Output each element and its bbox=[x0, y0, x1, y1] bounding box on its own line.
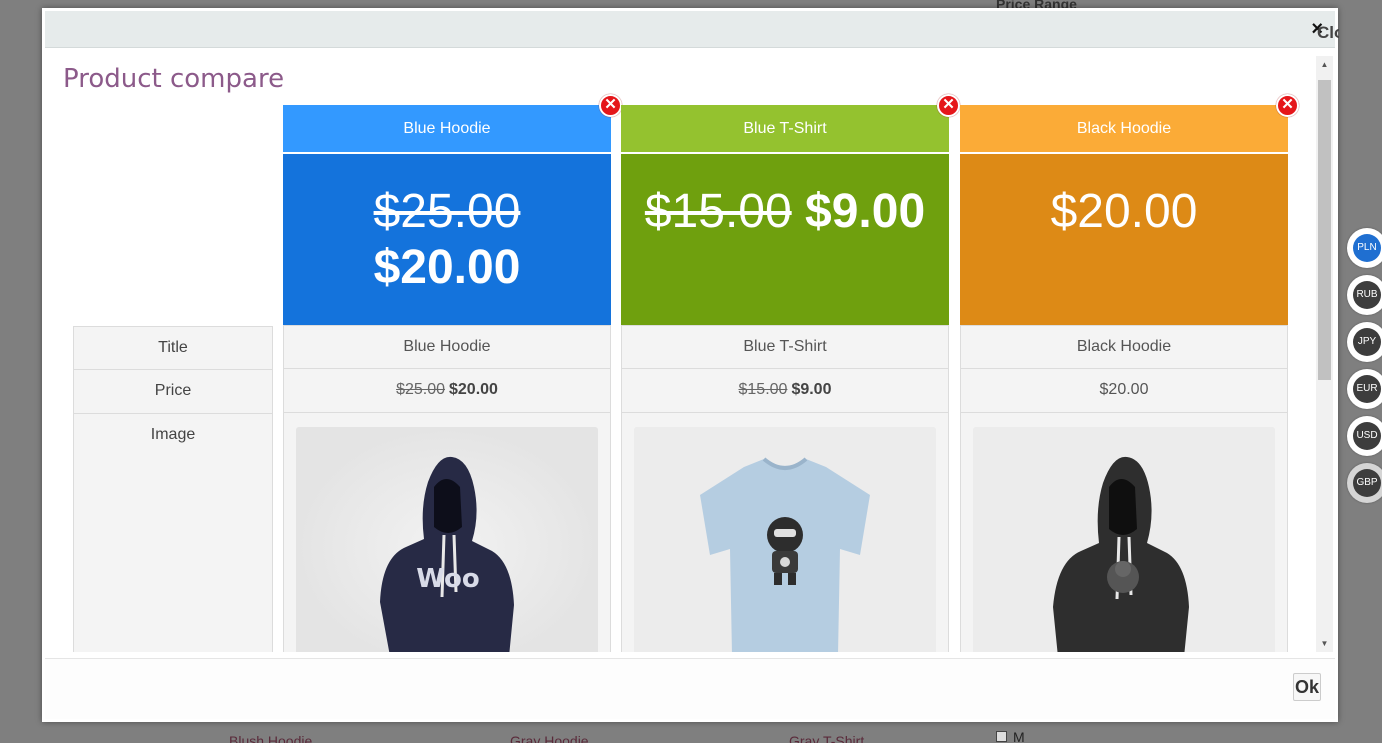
cell-price: $25.00 $20.00 bbox=[283, 369, 611, 413]
row-label-title: Title bbox=[73, 326, 273, 370]
cell-title: Blue T-Shirt bbox=[621, 325, 949, 369]
currency-gbp-label: GBP bbox=[1353, 469, 1381, 497]
remove-product-icon[interactable]: ✕ bbox=[1276, 94, 1299, 117]
cell-price: $20.00 bbox=[960, 369, 1288, 413]
remove-product-icon[interactable]: ✕ bbox=[937, 94, 960, 117]
cell-image bbox=[621, 413, 949, 652]
close-button-label[interactable]: Close bbox=[1317, 23, 1339, 43]
old-price: $25.00 bbox=[373, 185, 521, 238]
modal-heading: Product compare bbox=[63, 64, 285, 94]
product-column-blue-tshirt: Blue T-Shirt $15.00 $9.00 ✕ Blue T-Shirt… bbox=[621, 94, 960, 652]
product-price-box: $20.00 bbox=[960, 154, 1288, 325]
cell-sale-price: $20.00 bbox=[449, 381, 498, 398]
modal-body: Product compare Title Price Image Blue H… bbox=[45, 56, 1335, 652]
currency-usd[interactable]: USD bbox=[1347, 416, 1382, 456]
black-hoodie-image bbox=[973, 427, 1275, 652]
cell-price: $15.00 $9.00 bbox=[621, 369, 949, 413]
currency-jpy-label: JPY bbox=[1353, 328, 1381, 356]
product-column-black-hoodie: Black Hoodie $20.00 ✕ Black Hoodie $20.0… bbox=[960, 94, 1299, 652]
product-column-blue-hoodie: Blue Hoodie $25.00 $20.00 ✕ Blue Hoodie … bbox=[283, 94, 622, 652]
blue-tshirt-image bbox=[634, 427, 936, 652]
cell-regular-price: $20.00 bbox=[1099, 381, 1149, 398]
scroll-thumb[interactable] bbox=[1318, 80, 1331, 380]
row-label-image: Image bbox=[73, 414, 273, 652]
cell-image: Woo bbox=[283, 413, 611, 652]
cell-old-price: $15.00 bbox=[738, 381, 788, 398]
modal-footer: Ok bbox=[45, 658, 1335, 719]
sale-price: $9.00 bbox=[805, 185, 926, 238]
old-price: $15.00 bbox=[644, 185, 792, 238]
currency-pln-label: PLN bbox=[1353, 234, 1381, 262]
product-image[interactable] bbox=[634, 427, 936, 652]
product-header: Blue T-Shirt bbox=[621, 105, 949, 154]
product-image[interactable]: Woo bbox=[296, 427, 598, 652]
currency-rub[interactable]: RUB bbox=[1347, 275, 1382, 315]
bg-product-gray-tshirt[interactable]: Gray T-Shirt bbox=[789, 733, 864, 743]
remove-product-icon[interactable]: ✕ bbox=[599, 94, 622, 117]
compare-modal: × Close Product compare Title Price Imag… bbox=[42, 8, 1339, 722]
product-image[interactable] bbox=[973, 427, 1275, 652]
bg-product-gray-hoodie[interactable]: Gray Hoodie bbox=[510, 733, 589, 743]
scroll-down-arrow-icon[interactable]: ▼ bbox=[1316, 635, 1333, 652]
ok-button[interactable]: Ok bbox=[1293, 673, 1321, 701]
currency-pln[interactable]: PLN bbox=[1347, 228, 1382, 268]
sale-price: $20.00 bbox=[373, 241, 521, 294]
bg-product-blush-hoodie[interactable]: Blush Hoodie bbox=[229, 733, 312, 743]
product-price-box: $15.00 $9.00 bbox=[621, 154, 949, 325]
size-m-label: M bbox=[1013, 729, 1025, 743]
modal-titlebar: × Close bbox=[45, 11, 1339, 48]
cell-title: Black Hoodie bbox=[960, 325, 1288, 369]
currency-jpy[interactable]: JPY bbox=[1347, 322, 1382, 362]
modal-scrollbar[interactable]: ▲ ▼ bbox=[1316, 56, 1333, 652]
cell-sale-price: $9.00 bbox=[791, 381, 832, 398]
currency-eur-label: EUR bbox=[1353, 375, 1381, 403]
currency-gbp[interactable]: GBP bbox=[1347, 463, 1382, 503]
cell-old-price: $25.00 bbox=[396, 381, 445, 398]
currency-switcher: PLN RUB JPY EUR USD GBP bbox=[1347, 228, 1382, 510]
cell-title: Blue Hoodie bbox=[283, 325, 611, 369]
cell-image bbox=[960, 413, 1288, 652]
size-m-checkbox[interactable] bbox=[996, 731, 1007, 742]
product-header: Black Hoodie bbox=[960, 105, 1288, 154]
currency-rub-label: RUB bbox=[1353, 281, 1381, 309]
product-price-box: $25.00 $20.00 bbox=[283, 154, 611, 325]
currency-eur[interactable]: EUR bbox=[1347, 369, 1382, 409]
regular-price: $20.00 bbox=[1050, 185, 1198, 238]
product-header: Blue Hoodie bbox=[283, 105, 611, 154]
row-labels: Title Price Image bbox=[73, 326, 273, 652]
scroll-up-arrow-icon[interactable]: ▲ bbox=[1316, 56, 1333, 73]
svg-text:Woo: Woo bbox=[416, 564, 479, 594]
blue-hoodie-image: Woo bbox=[296, 427, 598, 652]
row-label-price: Price bbox=[73, 370, 273, 414]
currency-usd-label: USD bbox=[1353, 422, 1381, 450]
